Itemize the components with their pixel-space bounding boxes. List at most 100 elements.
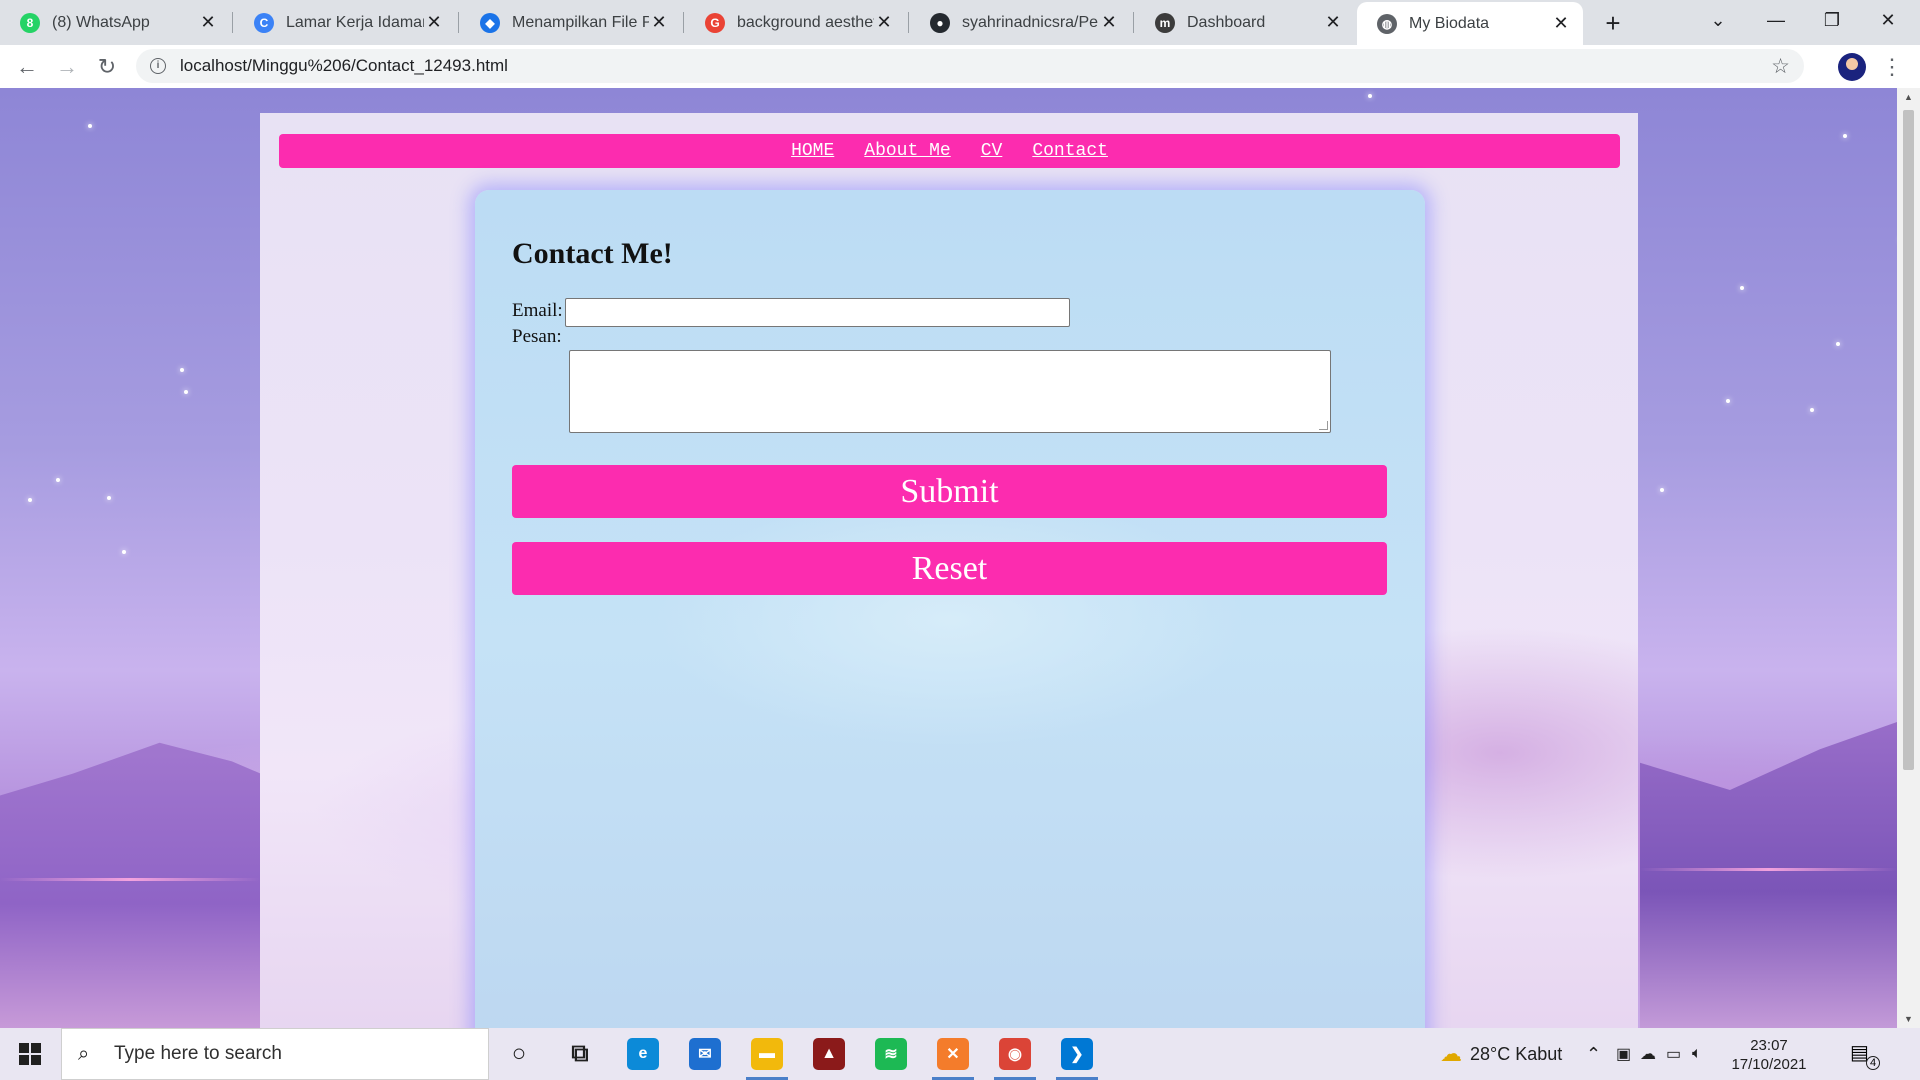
- file-explorer-icon: ▬: [751, 1038, 783, 1070]
- message-textarea[interactable]: [569, 350, 1331, 433]
- volume-icon[interactable]: 🔈︎: [1692, 1028, 1702, 1080]
- start-button[interactable]: [8, 1036, 52, 1072]
- browser-tab[interactable]: C Lamar Kerja Idaman di✕: [234, 0, 456, 45]
- notification-count: 4: [1866, 1056, 1880, 1070]
- tab-close-icon[interactable]: ✕: [424, 12, 444, 33]
- clock-time: 23:07: [1750, 1037, 1788, 1054]
- taskbar-app-button[interactable]: ○: [494, 1034, 544, 1074]
- browser-menu-icon[interactable]: ⋮: [1881, 51, 1903, 83]
- taskbar-search-box[interactable]: ⌕ Type here to search: [61, 1028, 489, 1080]
- background-star: [88, 124, 92, 128]
- tab-title: syahrinadnicsra/Pem-: [962, 13, 1099, 31]
- page-container: HOME About Me CV Contact Contact Me! Ema…: [260, 113, 1638, 1028]
- address-bar[interactable]: i localhost/Minggu%206/Contact_12493.htm…: [136, 49, 1804, 83]
- code-diamond-icon: ◆: [480, 12, 500, 33]
- search-icon: ⌕: [78, 1043, 90, 1065]
- google-icon: G: [705, 12, 725, 33]
- spotify-icon: ≋: [875, 1038, 907, 1070]
- scroll-down-arrow-icon[interactable]: ▼: [1897, 1010, 1920, 1028]
- browser-tab[interactable]: ◍ My Biodata ✕: [1357, 2, 1583, 45]
- notifications-button[interactable]: ▤ 4: [1850, 1040, 1880, 1070]
- taskbar-app-button[interactable]: ✉: [680, 1034, 730, 1074]
- contact-form-card: Contact Me! Email: Pesan: Submit Reset: [475, 190, 1425, 1028]
- tab-separator: [232, 12, 233, 33]
- taskbar-app-button[interactable]: ≋: [866, 1034, 916, 1074]
- battery-icon[interactable]: ▭: [1666, 1028, 1681, 1080]
- nav-link-cv[interactable]: CV: [981, 141, 1003, 161]
- background-mountain-right: [1640, 722, 1897, 1028]
- taskbar-app-button[interactable]: ◉: [990, 1034, 1040, 1080]
- background-lake-reflection: [0, 878, 260, 881]
- email-input[interactable]: [565, 298, 1070, 327]
- cortana-icon: ○: [511, 1040, 527, 1067]
- restore-button[interactable]: ❐: [1804, 0, 1860, 40]
- tab-close-icon[interactable]: ✕: [649, 12, 669, 33]
- tab-separator: [1133, 12, 1134, 33]
- site-info-icon[interactable]: i: [150, 58, 166, 74]
- tab-title: (8) WhatsApp: [52, 13, 150, 31]
- reload-icon[interactable]: ↻: [91, 51, 123, 83]
- browser-tab[interactable]: Gbackground aesthetic ✕: [685, 0, 906, 45]
- tab-search-icon[interactable]: ⌄: [1690, 0, 1746, 40]
- background-star: [1368, 94, 1372, 98]
- taskbar-app-button[interactable]: ▬: [742, 1034, 792, 1080]
- whatsapp-icon: 8: [20, 12, 40, 33]
- background-star: [180, 368, 184, 372]
- taskbar-app-button[interactable]: ❯: [1052, 1034, 1102, 1080]
- background-mountain-left: [0, 742, 290, 1028]
- taskbar-clock[interactable]: 23:07 17/10/2021: [1724, 1036, 1814, 1074]
- reset-button[interactable]: Reset: [512, 542, 1387, 595]
- taskbar-app-button[interactable]: ▲: [804, 1034, 854, 1074]
- message-label: Pesan:: [512, 326, 562, 347]
- edge-icon: e: [627, 1038, 659, 1070]
- clock-date: 17/10/2021: [1731, 1056, 1807, 1073]
- bookmark-star-icon[interactable]: ☆: [1771, 54, 1790, 79]
- nav-link-about-me[interactable]: About Me: [864, 141, 950, 161]
- background-star: [28, 498, 32, 502]
- profile-avatar[interactable]: [1838, 53, 1866, 81]
- back-icon[interactable]: ←: [11, 51, 43, 83]
- background-star: [1810, 408, 1814, 412]
- browser-tab[interactable]: m Dashboard ✕: [1135, 0, 1355, 45]
- forward-icon[interactable]: →: [51, 51, 83, 83]
- browser-tab[interactable]: ● syahrinadnicsra/Pem-✕: [910, 0, 1131, 45]
- tab-title: Dashboard: [1187, 13, 1266, 31]
- scroll-thumb[interactable]: [1903, 110, 1914, 770]
- background-star: [1660, 488, 1664, 492]
- taskbar-app-button[interactable]: ⧉: [555, 1034, 605, 1074]
- tab-close-icon[interactable]: ✕: [874, 12, 894, 33]
- browser-tab[interactable]: ◆ Menampilkan File PDF✕: [460, 0, 681, 45]
- tab-separator: [683, 12, 684, 33]
- site-navbar: HOME About Me CV Contact: [279, 134, 1620, 168]
- windows-taskbar: ⌕ Type here to search ○ ⧉ e ✉ ▬ ▲ ≋ ✕ ◉ ❯ ☁ 28°C …: [0, 1028, 1920, 1080]
- taskbar-app-button[interactable]: e: [618, 1034, 668, 1074]
- taskbar-app-button[interactable]: ✕: [928, 1034, 978, 1080]
- tab-close-icon[interactable]: ✕: [1551, 13, 1571, 34]
- browser-toolbar: ← → ↻ i localhost/Minggu%206/Contact_124…: [0, 45, 1920, 88]
- tab-close-icon[interactable]: ✕: [198, 12, 218, 33]
- nav-link-home[interactable]: HOME: [791, 141, 834, 161]
- browser-tab[interactable]: 8 (8) WhatsApp ✕: [0, 0, 230, 45]
- tab-separator: [908, 12, 909, 33]
- show-hidden-icons-icon[interactable]: ⌃: [1586, 1028, 1601, 1080]
- tab-close-icon[interactable]: ✕: [1099, 12, 1119, 33]
- nav-link-contact[interactable]: Contact: [1032, 141, 1108, 161]
- submit-button[interactable]: Submit: [512, 465, 1387, 518]
- new-tab-button[interactable]: +: [1598, 8, 1628, 38]
- weather-widget[interactable]: ☁ 28°C Kabut: [1440, 1028, 1562, 1080]
- tab-close-icon[interactable]: ✕: [1323, 12, 1343, 33]
- vscode-icon: ❯: [1061, 1038, 1093, 1070]
- background-star: [1843, 134, 1847, 138]
- close-window-button[interactable]: ✕: [1860, 0, 1916, 40]
- url-text[interactable]: localhost/Minggu%206/Contact_12493.html: [180, 56, 508, 76]
- background-star: [107, 496, 111, 500]
- chrome-icon: ◉: [999, 1038, 1031, 1070]
- scroll-up-arrow-icon[interactable]: ▲: [1897, 88, 1920, 106]
- network-icon[interactable]: ☁: [1640, 1028, 1656, 1080]
- minimize-button[interactable]: —: [1748, 0, 1804, 40]
- background-star: [56, 478, 60, 482]
- page-scrollbar[interactable]: ▲ ▼: [1897, 88, 1920, 1028]
- meet-now-icon[interactable]: ▣: [1616, 1028, 1631, 1080]
- background-star: [122, 550, 126, 554]
- email-label: Email:: [512, 300, 563, 321]
